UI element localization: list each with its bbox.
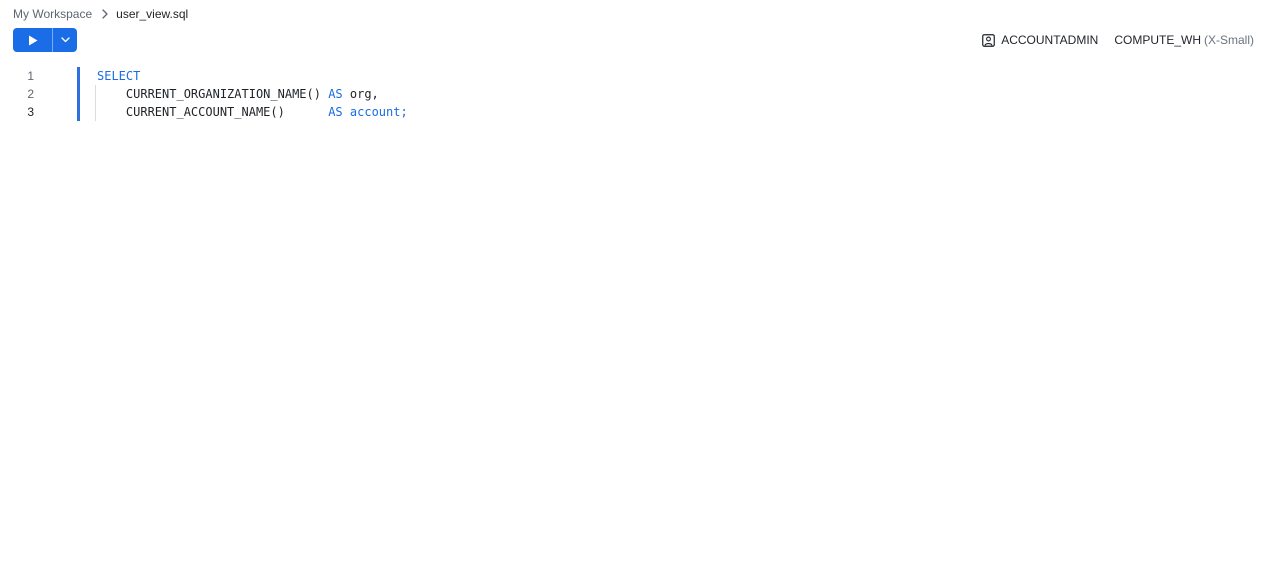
run-options-dropdown-button[interactable] <box>53 28 77 52</box>
line-number: 1 <box>27 69 34 83</box>
code-line[interactable]: 2 CURRENT_ORGANIZATION_NAME() AS org, <box>0 85 1262 103</box>
breadcrumb-file-name[interactable]: user_view.sql <box>116 6 188 22</box>
code-line[interactable]: 3 CURRENT_ACCOUNT_NAME() AS account; <box>0 103 1262 121</box>
line-modified-marker <box>77 85 80 103</box>
sql-worksheet: My Workspace user_view.sql ACCOUNTADMIN … <box>0 0 1262 562</box>
code-text: CURRENT_ACCOUNT_NAME() AS account; <box>97 103 408 121</box>
sql-identifier: org, <box>342 87 379 101</box>
indent-guide <box>95 103 96 121</box>
user-badge-icon <box>982 33 996 47</box>
run-button[interactable] <box>13 28 52 52</box>
warehouse-selector[interactable]: COMPUTE_WH (X-Small) <box>1114 33 1254 47</box>
line-modified-marker <box>77 103 80 121</box>
code-line[interactable]: 1 SELECT <box>0 67 1262 85</box>
code-text: CURRENT_ORGANIZATION_NAME() AS org, <box>97 85 379 103</box>
sql-keyword: AS <box>328 105 343 119</box>
line-number-active: 3 <box>27 105 34 119</box>
sql-keyword: account; <box>349 105 408 119</box>
sql-keyword: AS <box>328 87 343 101</box>
sql-keyword: SELECT <box>97 69 141 83</box>
role-selector[interactable]: ACCOUNTADMIN <box>982 33 1098 47</box>
breadcrumb-workspace-link[interactable]: My Workspace <box>13 6 92 22</box>
indent-guide <box>95 85 96 103</box>
breadcrumb: My Workspace user_view.sql <box>13 6 188 22</box>
sql-function: CURRENT_ORGANIZATION_NAME() <box>125 87 329 101</box>
play-icon <box>28 35 38 46</box>
code-text: SELECT <box>97 67 140 85</box>
run-button-group <box>13 28 77 52</box>
session-context: ACCOUNTADMIN COMPUTE_WH (X-Small) <box>982 31 1254 49</box>
warehouse-size: (X-Small) <box>1204 33 1254 47</box>
sql-function: CURRENT_ACCOUNT_NAME() <box>125 105 329 119</box>
chevron-down-icon <box>60 37 70 43</box>
chevron-right-icon <box>96 9 114 19</box>
sql-editor[interactable]: 1 SELECT 2 CURRENT_ORGANIZATION_NAME() A… <box>0 67 1262 121</box>
warehouse-name: COMPUTE_WH <box>1114 33 1201 47</box>
line-modified-marker <box>77 67 80 85</box>
role-name: ACCOUNTADMIN <box>1001 33 1099 47</box>
line-number: 2 <box>27 87 34 101</box>
